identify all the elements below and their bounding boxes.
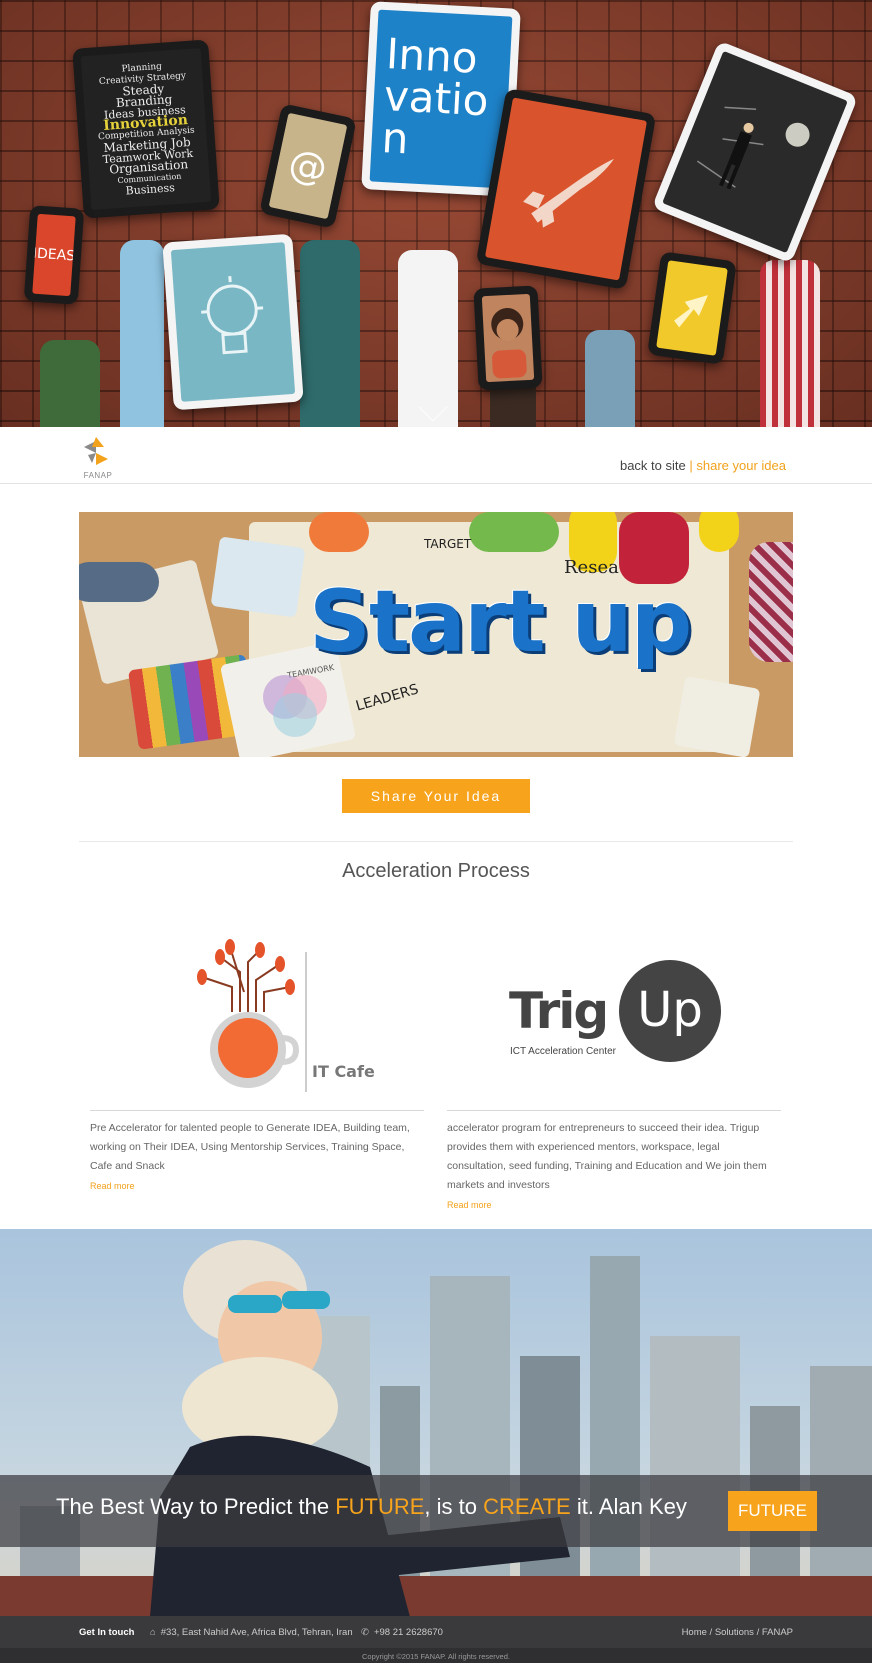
phone-ideas: IDEAS — [23, 205, 85, 305]
arm-sleeve — [300, 240, 360, 427]
trigup-description: accelerator program for entrepreneurs to… — [447, 1122, 767, 1191]
quote-highlight-create: CREATE — [483, 1494, 571, 1519]
itcafe-read-more-link[interactable]: Read more — [90, 1181, 135, 1191]
startup-title: Start up — [309, 572, 692, 672]
footer: Get In touch ⌂ #33, East Nahid Ave, Afric… — [0, 1616, 872, 1663]
trigup-logo[interactable]: Trig Up ICT Acceleration Center — [447, 920, 781, 1110]
trigup-card: Trig Up ICT Acceleration Center accelera… — [447, 920, 781, 1213]
portrait-icon — [491, 308, 527, 379]
woman-photo — [150, 1240, 570, 1616]
breadcrumb-home-link[interactable]: Home — [682, 1627, 707, 1638]
footer-breadcrumb: Home / Solutions / FANAP — [681, 1627, 793, 1638]
trigup-logo-subtitle: ICT Acceleration Center — [510, 1046, 616, 1057]
target-label: TARGET — [424, 537, 472, 551]
lightbulb-icon — [201, 276, 264, 355]
home-icon: ⌂ — [150, 1627, 156, 1638]
section-title: Acceleration Process — [342, 860, 530, 882]
quote-highlight-future: FUTURE — [335, 1494, 425, 1519]
businessman-icon — [696, 106, 810, 190]
arm-sleeve — [760, 260, 820, 427]
tablet-wordcloud: Planning Creativity Strategy Steady Bran… — [72, 39, 220, 219]
logo-text: FANAP — [83, 471, 113, 480]
arm-sleeve — [585, 330, 635, 427]
footer-address: ⌂ #33, East Nahid Ave, Africa Blvd, Tehra… — [150, 1627, 353, 1638]
fanap-logo[interactable]: FANAP — [78, 433, 118, 480]
share-your-idea-button[interactable]: Share Your Idea — [342, 779, 530, 813]
quote-text: The Best Way to Predict the FUTURE, is t… — [56, 1494, 687, 1519]
tablet-lightbulb — [162, 233, 304, 411]
breadcrumb-fanap-link[interactable]: FANAP — [762, 1627, 793, 1638]
arm-sleeve — [40, 340, 100, 427]
copyright: Copyright ©2015 FANAP. All rights reserv… — [0, 1648, 872, 1663]
fanap-logo-icon — [84, 437, 108, 465]
top-nav: FANAP back to site | share your idea — [0, 427, 872, 484]
back-to-site-link[interactable]: back to site — [620, 458, 686, 473]
arm-sleeve — [120, 240, 164, 427]
quote-section — [0, 1229, 872, 1616]
trigup-logo-word: Trig — [509, 982, 609, 1040]
trigup-logo-circle: Up — [619, 960, 721, 1062]
phone-portrait — [473, 285, 543, 391]
itcafe-card: IT Cafe Pre Accelerator for talented peo… — [90, 920, 424, 1194]
tablet-rocket — [475, 88, 657, 290]
rocket-icon — [523, 158, 614, 228]
hero-banner: Planning Creativity Strategy Steady Bran… — [0, 0, 872, 427]
itcafe-logo[interactable]: IT Cafe — [90, 920, 424, 1110]
share-idea-link[interactable]: share your idea — [696, 458, 786, 473]
nav-links: back to site | share your idea — [620, 458, 786, 473]
get-in-touch-label: Get In touch — [79, 1627, 135, 1638]
itcafe-logo-text: IT Cafe — [312, 1062, 375, 1081]
trigup-read-more-link[interactable]: Read more — [447, 1200, 492, 1210]
footer-phone: ✆ +98 21 2628670 — [361, 1627, 443, 1638]
arrow-up-icon — [674, 295, 708, 328]
startup-banner: TARGET Resea LEADERS TEAMWORK Start up — [79, 512, 793, 757]
section-divider — [79, 841, 793, 842]
phone-arrow — [647, 251, 737, 365]
future-button[interactable]: FUTURE — [728, 1491, 817, 1531]
phone-icon: ✆ — [361, 1627, 369, 1638]
itcafe-description: Pre Accelerator for talented people to G… — [90, 1122, 410, 1172]
breadcrumb-solutions-link[interactable]: Solutions — [715, 1627, 754, 1638]
nav-separator: | — [689, 458, 693, 473]
